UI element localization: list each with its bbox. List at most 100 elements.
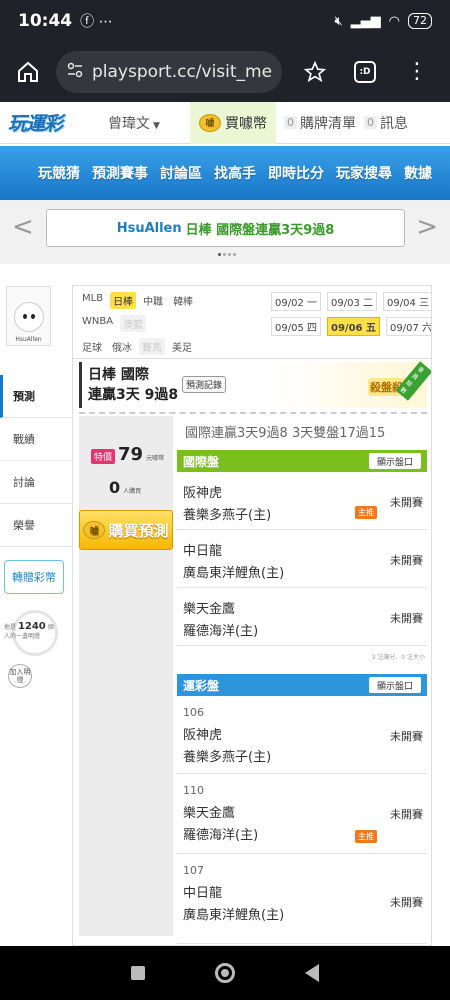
game-row: 110 樂天金鷹 羅德海洋(主) 主推 未開賽 bbox=[177, 774, 427, 854]
date-0902[interactable]: 09/02 一 bbox=[271, 292, 322, 311]
game-row: 樂天金鷹 羅德海洋(主) 未開賽 bbox=[177, 588, 427, 646]
filter-cpbl[interactable]: 中職 bbox=[140, 292, 166, 309]
date-0907[interactable]: 09/07 六 bbox=[385, 317, 431, 336]
message-label: 訊息 bbox=[380, 115, 408, 132]
show-odds-button[interactable]: 顯示盤口 bbox=[368, 677, 421, 693]
gift-coin-button[interactable]: 轉贈彩幣 bbox=[4, 560, 64, 594]
game-row: 中日龍 廣島東洋鯉魚(主) 未開賽 bbox=[177, 530, 427, 588]
user-dropdown[interactable]: 曾瑋文 ▼ bbox=[80, 113, 190, 133]
filter-wnba[interactable]: WNBA bbox=[79, 315, 116, 332]
filter-mlb[interactable]: MLB bbox=[79, 292, 106, 309]
chevron-right-icon[interactable]: > bbox=[416, 212, 438, 242]
status-icons: 🔇︎ ▂▄▆ ◠ 72 bbox=[334, 13, 432, 29]
banner-item[interactable]: HsuAllen 日棒 國際盤連贏3天9過8 bbox=[46, 209, 405, 247]
filter-kbo[interactable]: 韓棒 bbox=[170, 292, 196, 309]
nav-item-play[interactable]: 玩競猜 bbox=[38, 163, 80, 183]
chevron-left-icon[interactable]: < bbox=[12, 212, 34, 242]
browser-toolbar: playsport.cc/visit_mer :D ⋮ bbox=[0, 42, 450, 102]
like-lamp: 他是 1240 個 人的一盞明燈 加入明燈 bbox=[4, 610, 64, 690]
site-settings-icon[interactable] bbox=[66, 61, 84, 83]
prediction-record-button[interactable]: 預測記錄 bbox=[182, 376, 227, 393]
site-logo[interactable]: 玩運彩 bbox=[0, 102, 80, 144]
record-streak: 連贏3天 9過8 bbox=[88, 387, 179, 403]
league-filters: MLB 日棒 中職 韓棒 WNBA 澳籃 足球 俄冰 賽馬 美足 bbox=[79, 292, 269, 361]
cart-link[interactable]: 0 購牌清單 bbox=[276, 113, 356, 133]
like-text: 他是 1240 個 人的一盞明燈 bbox=[4, 621, 54, 641]
profile-sidebar: HsuAllen 預測 戰績 討論 榮譽 轉贈彩幣 他是 1240 個 人的一盞… bbox=[0, 270, 72, 946]
mute-icon: 🔇︎ bbox=[334, 13, 343, 29]
date-0906[interactable]: 09/06 五 bbox=[327, 317, 380, 336]
game-status: 未開賽 bbox=[390, 808, 423, 821]
date-0905[interactable]: 09/05 四 bbox=[271, 317, 322, 336]
carousel-dots bbox=[218, 253, 236, 256]
section-header-intl: 國際盤 顯示盤口 bbox=[177, 450, 427, 472]
wifi-icon: ◠ bbox=[388, 13, 400, 29]
section-header-lottery: 運彩盤 顯示盤口 bbox=[177, 674, 427, 696]
game-row: 106 阪神虎 養樂多燕子(主) 未開賽 bbox=[177, 696, 427, 774]
prediction-panel: MLB 日棒 中職 韓棒 WNBA 澳籃 足球 俄冰 賽馬 美足 09/02 一… bbox=[72, 285, 432, 946]
price-value: 79 bbox=[118, 444, 144, 465]
price-unit: 元噱幣 bbox=[146, 455, 165, 462]
cart-count: 0 bbox=[284, 116, 297, 129]
home-circle-icon[interactable] bbox=[215, 963, 235, 983]
profile-content: HsuAllen 預測 戰績 討論 榮譽 轉贈彩幣 他是 1240 個 人的一盞… bbox=[0, 270, 450, 946]
avatar-name: HsuAllen bbox=[15, 336, 42, 343]
profile-menu-record[interactable]: 戰績 bbox=[0, 418, 72, 461]
featured-badge: 主推 bbox=[355, 830, 377, 843]
status-bar: 10:44 ⓕ ⋯ 🔇︎ ▂▄▆ ◠ 72 bbox=[0, 0, 450, 42]
filter-soccer[interactable]: 足球 bbox=[79, 338, 105, 355]
nav-item-live-score[interactable]: 即時比分 bbox=[268, 163, 324, 183]
profile-menu: 預測 戰績 討論 榮譽 bbox=[0, 375, 72, 547]
game-status: 未開賽 bbox=[390, 730, 423, 743]
game-status: 未開賽 bbox=[390, 612, 423, 625]
date-0904[interactable]: 09/04 三 bbox=[383, 292, 431, 311]
nav-item-find-expert[interactable]: 找高手 bbox=[214, 163, 256, 183]
filter-nfl[interactable]: 美足 bbox=[169, 338, 195, 355]
nav-item-predict[interactable]: 預測賽事 bbox=[92, 163, 148, 183]
home-icon[interactable] bbox=[10, 54, 46, 90]
buy-prediction-button[interactable]: 噱 購買預測 bbox=[79, 510, 173, 550]
recents-icon[interactable] bbox=[131, 966, 145, 980]
filter-horse: 賽馬 bbox=[139, 338, 165, 355]
price-info: 特價 79 元噱幣 bbox=[91, 444, 164, 465]
date-selector: 09/02 一 09/03 二 09/04 三 09/05 四 09/06 五 … bbox=[271, 292, 431, 342]
filter-khl[interactable]: 俄冰 bbox=[109, 338, 135, 355]
record-strip: 日棒 國際 連贏3天 9過8 預測記錄 殺盤殺手 會員級數 bbox=[79, 361, 431, 408]
nav-item-player-search[interactable]: 玩家搜尋 bbox=[336, 163, 392, 183]
cart-label: 購牌清單 bbox=[300, 115, 356, 132]
banner-text: 日棒 國際盤連贏3天9過8 bbox=[185, 222, 335, 238]
message-link[interactable]: 0 訊息 bbox=[356, 113, 408, 133]
buy-coin-label: 買噱幣 bbox=[225, 115, 267, 132]
record-summary: 國際連贏3天9過8 3天雙盤17過15 bbox=[185, 426, 386, 441]
add-lamp-button[interactable]: 加入明燈 bbox=[8, 664, 32, 688]
system-nav-bar bbox=[0, 946, 450, 1000]
show-odds-button[interactable]: 顯示盤口 bbox=[368, 453, 421, 469]
divider bbox=[73, 358, 431, 359]
avatar[interactable]: HsuAllen bbox=[6, 286, 51, 346]
filter-npb[interactable]: 日棒 bbox=[110, 292, 137, 309]
nav-item-data[interactable]: 數據 bbox=[404, 163, 432, 183]
main-nav: 玩競猜 預測賽事 討論區 找高手 即時比分 玩家搜尋 數據 bbox=[0, 146, 450, 200]
game-row: 阪神虎 養樂多燕子(主) 主推 未開賽 bbox=[177, 472, 427, 530]
chevron-down-icon: ▼ bbox=[153, 120, 160, 131]
bookmark-star-icon[interactable] bbox=[300, 57, 330, 87]
filter-nbl: 澳籃 bbox=[120, 315, 147, 332]
date-0903[interactable]: 09/03 二 bbox=[327, 292, 378, 311]
game-number: 107 bbox=[183, 864, 204, 877]
game-status: 未開賽 bbox=[390, 496, 423, 509]
username: 曾瑋文 bbox=[108, 115, 150, 132]
buyer-count: 0 人購買 bbox=[109, 478, 142, 497]
dashed-divider bbox=[79, 412, 427, 414]
back-icon[interactable] bbox=[305, 964, 319, 982]
profile-menu-discuss[interactable]: 討論 bbox=[0, 461, 72, 504]
address-bar[interactable]: playsport.cc/visit_mer bbox=[56, 51, 282, 93]
nav-item-forum[interactable]: 討論區 bbox=[160, 163, 202, 183]
bet-count-note: 3 注讓分、0 注大小 bbox=[371, 654, 425, 661]
browser-menu-icon[interactable]: ⋮ bbox=[406, 61, 428, 83]
profile-menu-predict[interactable]: 預測 bbox=[0, 375, 72, 418]
tab-switcher-button[interactable]: :D bbox=[354, 61, 376, 83]
profile-menu-honor[interactable]: 榮譽 bbox=[0, 504, 72, 547]
buy-coin-button[interactable]: 噱 買噱幣 bbox=[190, 101, 276, 144]
featured-badge: 主推 bbox=[355, 506, 377, 519]
purchase-panel: 特價 79 元噱幣 0 人購買 噱 購買預測 bbox=[79, 416, 173, 936]
